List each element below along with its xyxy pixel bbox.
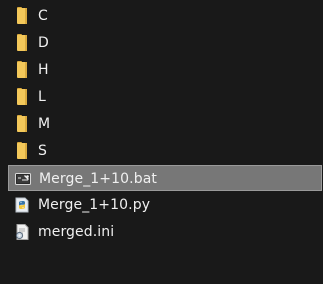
folder-icon	[13, 7, 31, 25]
list-item-label: H	[38, 62, 49, 78]
file-list: C D H L M S Merge_1+10.bat Merge_1+10.py…	[0, 0, 323, 284]
list-item-label: C	[38, 8, 48, 24]
list-item-folder-s[interactable]: S	[8, 138, 322, 164]
folder-icon	[13, 115, 31, 133]
settings-file-icon	[13, 223, 31, 241]
list-item-folder-h[interactable]: H	[8, 57, 322, 83]
list-item-batch-file-selected[interactable]: Merge_1+10.bat	[8, 165, 322, 191]
list-item-label: M	[38, 116, 51, 132]
python-file-icon	[13, 196, 31, 214]
list-item-label: D	[38, 35, 49, 51]
list-item-folder-d[interactable]: D	[8, 30, 322, 56]
folder-icon	[13, 88, 31, 106]
list-item-folder-c[interactable]: C	[8, 3, 322, 29]
folder-icon	[13, 61, 31, 79]
batch-file-icon	[14, 170, 32, 188]
folder-icon	[13, 34, 31, 52]
list-item-label: merged.ini	[38, 224, 115, 240]
list-item-python-file[interactable]: Merge_1+10.py	[8, 192, 322, 218]
list-item-label: S	[38, 143, 47, 159]
list-item-label: Merge_1+10.bat	[39, 171, 157, 187]
list-item-label: Merge_1+10.py	[38, 197, 151, 213]
list-item-label: L	[38, 89, 46, 105]
list-item-folder-m[interactable]: M	[8, 111, 322, 137]
folder-icon	[13, 142, 31, 160]
list-item-ini-file[interactable]: merged.ini	[8, 219, 322, 245]
list-item-folder-l[interactable]: L	[8, 84, 322, 110]
